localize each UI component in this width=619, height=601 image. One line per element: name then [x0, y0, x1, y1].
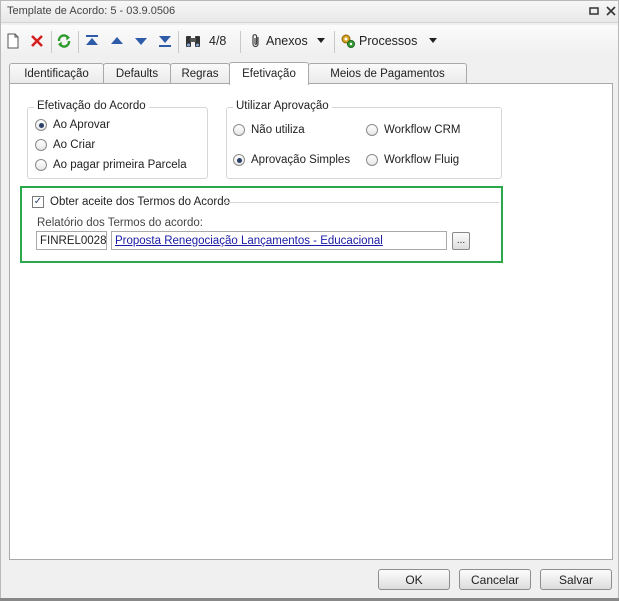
aprovacao-group-title: Utilizar Aprovação [233, 100, 332, 112]
tab-defaults[interactable]: Defaults [103, 63, 171, 84]
save-button[interactable]: Salvar [540, 569, 612, 590]
radio-checked-icon [35, 119, 47, 131]
radio-unchecked-icon [35, 159, 47, 171]
radio-workflow-crm[interactable]: Workflow CRM [366, 124, 460, 136]
delete-icon[interactable] [29, 32, 45, 50]
toolbar: 4/8 Anexos Processos [1, 25, 618, 57]
efetivacao-group: Efetivação do Acordo Ao Aprovar Ao Criar… [27, 100, 208, 179]
radio-nao-utiliza[interactable]: Não utiliza [233, 124, 305, 136]
browse-report-button[interactable]: ... [452, 232, 470, 250]
report-label: Relatório dos Termos do acordo: [37, 217, 203, 229]
binoculars-icon[interactable] [184, 32, 202, 50]
radio-ao-pagar-primeira-parcela[interactable]: Ao pagar primeira Parcela [35, 159, 187, 171]
radio-unchecked-icon [233, 124, 245, 136]
radio-label: Não utiliza [251, 124, 305, 136]
radio-label: Workflow Fluig [384, 154, 460, 166]
close-icon[interactable] [604, 4, 618, 18]
radio-ao-criar[interactable]: Ao Criar [35, 139, 95, 151]
refresh-icon[interactable] [56, 32, 72, 50]
termos-checkbox[interactable]: ✓ Obter aceite dos Termos do Acordo [32, 196, 230, 208]
processos-menu[interactable]: Processos [340, 32, 438, 50]
last-record-icon[interactable] [158, 32, 172, 50]
checkmark-icon: ✓ [32, 196, 44, 208]
first-record-icon[interactable] [85, 32, 99, 50]
gear-icon [340, 33, 356, 49]
dialog-window: Template de Acordo: 5 - 03.9.0506 4/8 An… [0, 0, 619, 601]
termos-checkbox-label: Obter aceite dos Termos do Acordo [50, 196, 231, 208]
report-code-field[interactable]: FINREL0028 [36, 231, 107, 250]
termos-highlight-frame: ✓ Obter aceite dos Termos do Acordo Rela… [20, 186, 503, 263]
aprovacao-group: Utilizar Aprovação Não utiliza Workflow … [226, 100, 502, 179]
radio-checked-icon [233, 154, 245, 166]
radio-label: Workflow CRM [384, 124, 461, 136]
radio-unchecked-icon [366, 124, 378, 136]
tab-bar: Identificação Defaults Regras Efetivação… [9, 62, 613, 85]
anexos-menu[interactable]: Anexos [249, 32, 326, 50]
radio-aprovacao-simples[interactable]: Aprovação Simples [233, 154, 350, 166]
window-title: Template de Acordo: 5 - 03.9.0506 [7, 5, 176, 17]
ok-button[interactable]: OK [378, 569, 450, 590]
radio-ao-aprovar[interactable]: Ao Aprovar [35, 119, 110, 131]
report-name-link[interactable]: Proposta Renegociação Lançamentos - Educ… [111, 231, 447, 250]
radio-label: Aprovação Simples [251, 154, 351, 166]
section-divider [223, 202, 499, 203]
radio-label: Ao Criar [53, 139, 96, 151]
efetivacao-group-title: Efetivação do Acordo [34, 100, 149, 112]
previous-record-icon[interactable] [110, 32, 124, 50]
restore-icon[interactable] [587, 4, 601, 18]
dropdown-arrow-icon [316, 38, 326, 44]
radio-unchecked-icon [35, 139, 47, 151]
tab-identificacao[interactable]: Identificação [9, 63, 104, 84]
anexos-label: Anexos [266, 34, 308, 48]
tab-regras[interactable]: Regras [170, 63, 230, 84]
radio-unchecked-icon [366, 154, 378, 166]
paperclip-icon [249, 33, 263, 49]
title-bar: Template de Acordo: 5 - 03.9.0506 [1, 1, 618, 23]
new-document-icon[interactable] [6, 32, 20, 50]
record-position: 4/8 [209, 34, 227, 48]
radio-label: Ao pagar primeira Parcela [53, 159, 187, 171]
next-record-icon[interactable] [134, 32, 148, 50]
dropdown-arrow-icon [429, 38, 438, 44]
processos-label: Processos [359, 34, 418, 48]
radio-workflow-fluig[interactable]: Workflow Fluig [366, 154, 459, 166]
cancel-button[interactable]: Cancelar [459, 569, 531, 590]
tab-meios-de-pagamentos[interactable]: Meios de Pagamentos [308, 63, 467, 84]
radio-label: Ao Aprovar [53, 119, 110, 131]
tab-efetivacao[interactable]: Efetivação [229, 62, 309, 85]
